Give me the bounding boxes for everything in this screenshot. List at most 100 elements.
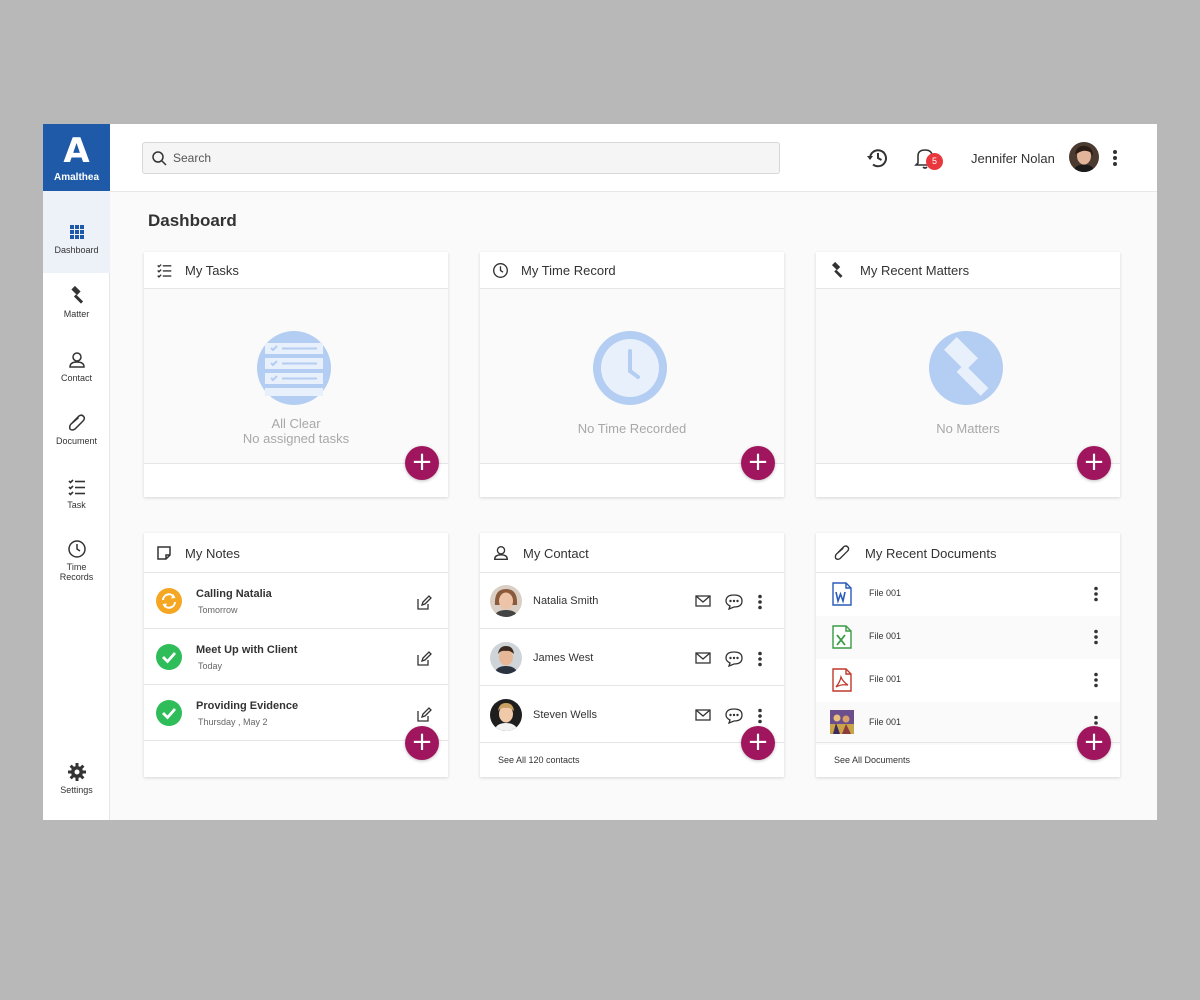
more-options-icon[interactable]	[1111, 148, 1119, 168]
see-all-contacts-link[interactable]: See All 120 contacts	[498, 755, 580, 765]
more-options-icon[interactable]	[1093, 629, 1099, 645]
brand-name: Amalthea	[53, 172, 99, 183]
card-empty-state: No Matters	[816, 289, 1120, 464]
grid-icon	[69, 225, 84, 239]
contact-name: Natalia Smith	[533, 595, 599, 607]
avatar-image	[490, 585, 522, 617]
document-row[interactable]: File 001	[816, 616, 1120, 659]
contact-row[interactable]: James West	[480, 630, 784, 686]
document-row[interactable]: File 001	[816, 702, 1120, 745]
my-tasks-card: My Tasks All Clear No assigned tasks +	[144, 252, 448, 497]
card-title: My Recent Matters	[860, 263, 970, 278]
add-matter-button[interactable]: +	[1077, 446, 1111, 480]
user-avatar[interactable]	[1069, 142, 1099, 172]
card-header: My Notes	[144, 533, 448, 573]
sidebar-item-label: Contact	[60, 373, 93, 383]
empty-title: No Matters	[936, 421, 1000, 436]
contact-name: James West	[533, 652, 594, 664]
note-item[interactable]: Calling Natalia Tomorrow	[144, 573, 448, 629]
add-document-button[interactable]: +	[1077, 726, 1111, 760]
more-options-icon[interactable]	[757, 708, 763, 724]
my-notes-card: My Notes Calling Natalia Tomorrow Meet U…	[144, 533, 448, 777]
add-task-button[interactable]: +	[405, 446, 439, 480]
top-header: 5 Jennifer Nolan	[110, 124, 1157, 192]
card-header: My Recent Matters	[816, 252, 1120, 289]
card-title: My Recent Documents	[865, 546, 997, 561]
sidebar-item-settings[interactable]: Settings	[43, 762, 110, 795]
excel-file-icon	[832, 625, 852, 649]
document-name: File 001	[869, 588, 902, 598]
paperclip-icon	[834, 545, 850, 560]
sidebar-item-label: Task	[67, 500, 86, 510]
sidebar-item-document[interactable]: Document	[43, 413, 110, 446]
chat-icon[interactable]	[725, 594, 743, 610]
add-note-button[interactable]: +	[405, 726, 439, 760]
notification-badge: 5	[926, 153, 943, 170]
note-item[interactable]: Meet Up with Client Today	[144, 629, 448, 685]
brand-letter: A	[63, 131, 90, 171]
more-options-icon[interactable]	[757, 651, 763, 667]
mail-icon[interactable]	[695, 709, 711, 721]
contact-row[interactable]: Natalia Smith	[480, 573, 784, 629]
edit-icon[interactable]	[416, 707, 432, 723]
card-title: My Tasks	[185, 263, 239, 278]
page-title: Dashboard	[148, 211, 237, 230]
sidebar-item-time-records[interactable]: Time Records	[43, 539, 110, 582]
note-date: Thursday , May 2	[198, 717, 268, 727]
user-icon	[494, 546, 508, 560]
card-title: My Notes	[185, 546, 240, 561]
add-time-record-button[interactable]: +	[741, 446, 775, 480]
paperclip-icon	[68, 414, 85, 431]
app-window: A Amalthea Dashboard Matter Contact Docu…	[43, 124, 1157, 820]
card-empty-state: No Time Recorded	[480, 289, 784, 464]
more-options-icon[interactable]	[1093, 672, 1099, 688]
note-title: Providing Evidence	[196, 700, 299, 712]
brand-logo[interactable]: A Amalthea	[43, 124, 110, 191]
history-icon[interactable]	[866, 146, 890, 170]
chat-icon[interactable]	[725, 708, 743, 724]
empty-title: All Clear	[271, 416, 321, 431]
sidebar-item-label: Time Records	[59, 562, 94, 582]
document-name: File 001	[869, 674, 902, 684]
gear-icon	[67, 763, 86, 781]
sidebar-item-task[interactable]: Task	[43, 477, 110, 510]
empty-subtitle: No assigned tasks	[242, 431, 350, 446]
edit-icon[interactable]	[416, 651, 432, 667]
gavel-icon	[831, 262, 843, 278]
avatar	[490, 642, 522, 674]
document-name: File 001	[869, 717, 902, 727]
my-contact-card: My Contact Natalia Smith James West Stev…	[480, 533, 784, 777]
chat-icon[interactable]	[725, 651, 743, 667]
divider	[816, 742, 1120, 743]
document-row[interactable]: File 001	[816, 659, 1120, 702]
avatar-image	[490, 642, 522, 674]
pdf-file-icon	[832, 668, 852, 692]
search-box[interactable]	[142, 142, 780, 174]
sidebar-item-dashboard[interactable]: Dashboard	[43, 191, 110, 273]
avatar	[490, 585, 522, 617]
user-name[interactable]: Jennifer Nolan	[971, 151, 1055, 166]
sidebar-item-matter[interactable]: Matter	[43, 286, 110, 319]
mail-icon[interactable]	[695, 595, 711, 607]
edit-icon[interactable]	[416, 595, 432, 611]
more-options-icon[interactable]	[1093, 586, 1099, 602]
note-date: Tomorrow	[198, 605, 238, 615]
search-input[interactable]	[173, 149, 763, 167]
contact-name: Steven Wells	[533, 709, 597, 721]
contact-row[interactable]: Steven Wells	[480, 687, 784, 743]
clock-icon	[493, 263, 508, 278]
mail-icon[interactable]	[695, 652, 711, 664]
search-icon	[152, 151, 167, 166]
sync-pending-icon	[156, 588, 182, 614]
note-title: Calling Natalia	[196, 588, 272, 600]
checklist-icon	[67, 479, 85, 496]
document-row[interactable]: File 001	[816, 573, 1120, 616]
add-contact-button[interactable]: +	[741, 726, 775, 760]
sidebar: A Amalthea Dashboard Matter Contact Docu…	[43, 124, 110, 820]
see-all-documents-link[interactable]: See All Documents	[834, 755, 910, 765]
card-header: My Recent Documents	[816, 533, 1120, 573]
more-options-icon[interactable]	[757, 594, 763, 610]
sidebar-item-label: Settings	[60, 785, 93, 795]
sidebar-item-contact[interactable]: Contact	[43, 350, 110, 383]
note-item[interactable]: Providing Evidence Thursday , May 2	[144, 685, 448, 741]
